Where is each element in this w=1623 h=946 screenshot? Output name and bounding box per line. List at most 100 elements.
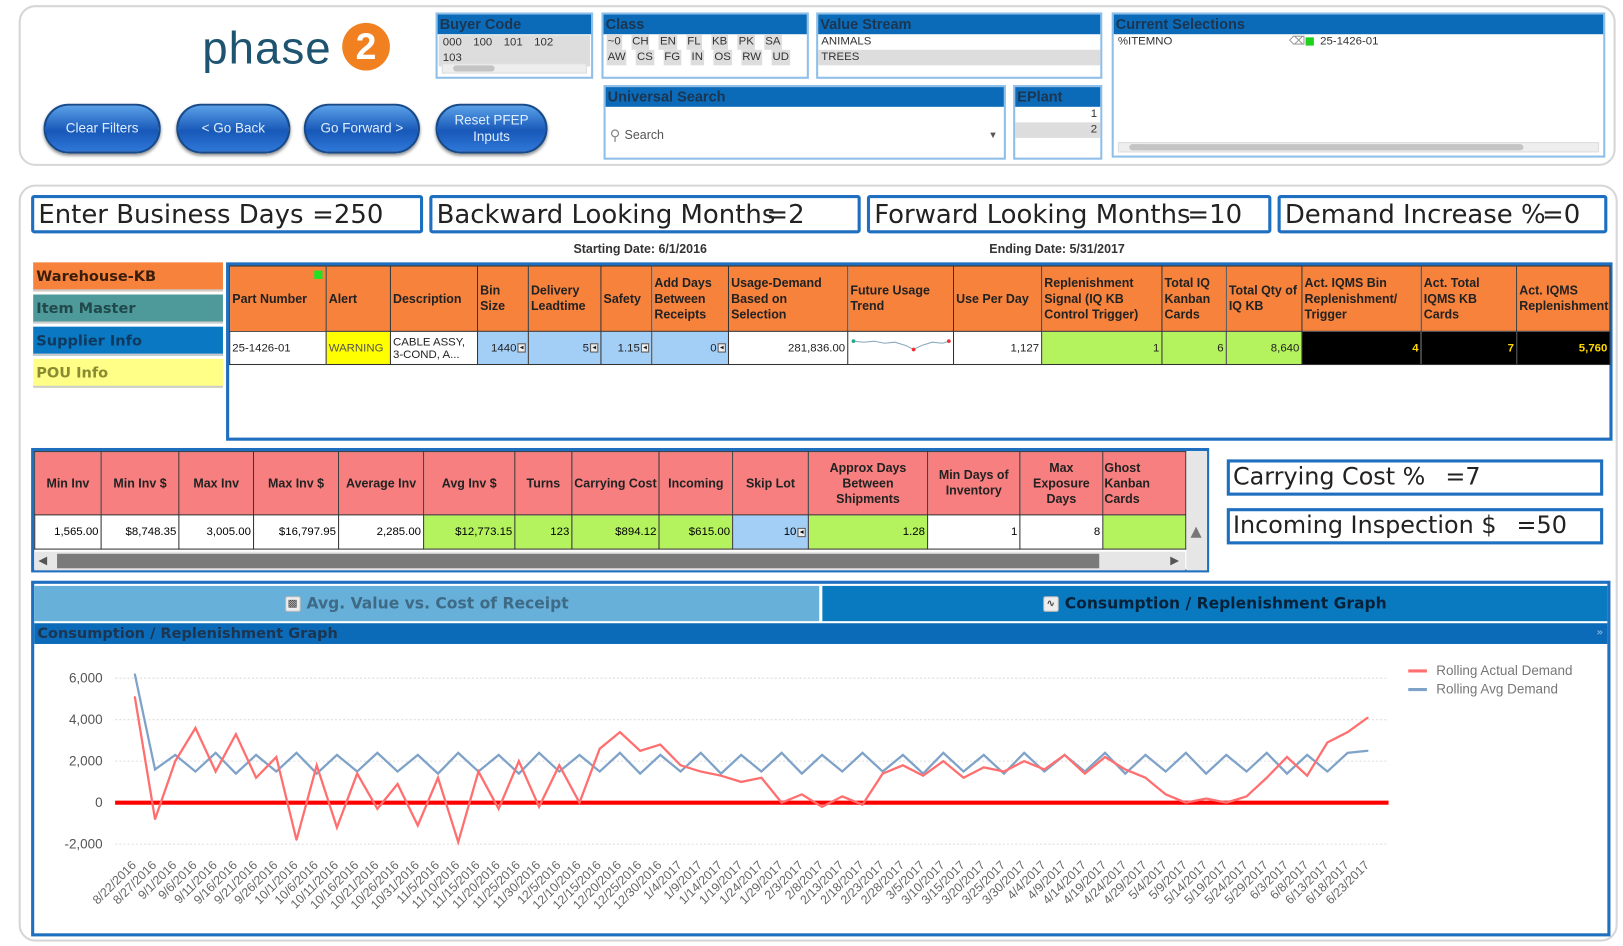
eplant-item[interactable]: 2 bbox=[1015, 122, 1101, 138]
column-header[interactable]: Min Days of Inventory bbox=[927, 451, 1021, 516]
go-back-button[interactable]: < Go Back bbox=[176, 103, 291, 154]
value-stream-item[interactable]: TREES bbox=[818, 49, 1101, 66]
column-header[interactable]: Average Inv bbox=[338, 451, 425, 516]
filter-value[interactable]: SA bbox=[764, 34, 782, 50]
tab-pou-info[interactable]: POU Info bbox=[33, 358, 223, 388]
value-stream-listbox[interactable]: Value Stream ANIMALS TREES bbox=[816, 12, 1103, 79]
filter-value[interactable]: RW bbox=[741, 49, 763, 66]
column-header[interactable]: Skip Lot bbox=[732, 451, 809, 516]
backward-months-input[interactable]: Backward Looking Months =2 bbox=[429, 194, 861, 234]
scroll-right-icon[interactable]: ▶ bbox=[1170, 554, 1179, 567]
caption-menu-icon[interactable]: » bbox=[1596, 623, 1603, 644]
filter-value[interactable]: FL bbox=[686, 34, 702, 50]
eplant-listbox[interactable]: EPlant 1 2 bbox=[1013, 85, 1103, 160]
tab-warehouse-kb[interactable]: Warehouse-KB bbox=[33, 262, 223, 292]
column-header[interactable]: Carrying Cost bbox=[571, 451, 660, 516]
column-header[interactable]: Replenishment Signal (IQ KB Control Trig… bbox=[1041, 265, 1163, 332]
scroll-left-icon[interactable]: ◀ bbox=[38, 554, 47, 567]
filter-value[interactable]: CS bbox=[636, 49, 654, 66]
eplant-item[interactable]: 1 bbox=[1015, 107, 1100, 123]
filter-value[interactable]: PK bbox=[737, 34, 755, 50]
cell-value: 7 bbox=[1507, 341, 1515, 355]
spinner-icon[interactable]: ◂ bbox=[640, 343, 650, 353]
column-header[interactable]: Max Inv $ bbox=[253, 451, 340, 516]
filter-value[interactable]: AW bbox=[606, 49, 627, 66]
column-header[interactable]: Max Exposure Days bbox=[1019, 451, 1104, 516]
tab-item-master[interactable]: Item Master bbox=[33, 294, 223, 324]
cell-value: WARNING bbox=[328, 341, 384, 355]
scrollbar-thumb[interactable] bbox=[57, 553, 1100, 569]
column-header[interactable]: Turns bbox=[514, 451, 573, 516]
filter-value[interactable]: CH bbox=[631, 34, 650, 50]
clear-filters-button[interactable]: Clear Filters bbox=[43, 103, 161, 154]
column-header[interactable]: Incoming bbox=[658, 451, 734, 516]
class-values-row2[interactable]: AW CS FG IN OS RW UD bbox=[604, 49, 807, 66]
column-header[interactable]: Total Qty of IQ KB bbox=[1225, 265, 1303, 332]
carrying-cost-input[interactable]: Carrying Cost % =7 bbox=[1226, 459, 1604, 496]
reset-pfep-inputs-button[interactable]: Reset PFEP Inputs bbox=[435, 103, 548, 154]
table-cell[interactable]: 10 ◂ bbox=[732, 514, 809, 550]
column-header[interactable]: Use Per Day bbox=[953, 265, 1043, 332]
column-header[interactable]: Min Inv $ bbox=[100, 451, 180, 516]
incoming-inspection-input[interactable]: Incoming Inspection $ =50 bbox=[1226, 508, 1604, 545]
column-header[interactable]: Future Usage Trend bbox=[847, 265, 955, 332]
filter-value[interactable]: UD bbox=[771, 49, 790, 66]
buyer-code-listbox[interactable]: Buyer Code 000 100 101 102103 bbox=[435, 12, 594, 79]
filter-value[interactable]: EN bbox=[658, 34, 677, 50]
column-header[interactable]: Act. IQMS Bin Replenishment/ Trigger bbox=[1301, 265, 1422, 332]
column-header[interactable]: Description bbox=[389, 265, 479, 332]
column-header[interactable]: Part Number bbox=[229, 265, 327, 332]
demand-increase-input[interactable]: Demand Increase % =0 bbox=[1277, 194, 1608, 234]
column-header[interactable]: Approx Days Between Shipments bbox=[807, 451, 929, 516]
spinner-icon[interactable]: ◂ bbox=[717, 343, 726, 353]
search-input[interactable]: ⚲ Search ▼ bbox=[610, 124, 998, 145]
filter-value[interactable]: 100 bbox=[472, 35, 494, 51]
column-header[interactable]: Bin Size bbox=[477, 265, 529, 332]
table-cell[interactable]: 5 ◂ bbox=[527, 330, 602, 366]
spinner-icon[interactable]: ◂ bbox=[517, 343, 526, 353]
spinner-icon[interactable]: ◂ bbox=[590, 343, 599, 353]
filter-value[interactable]: IN bbox=[690, 49, 704, 66]
table-cell[interactable]: 0 ◂ bbox=[651, 330, 730, 366]
filter-value[interactable]: ~0 bbox=[606, 34, 622, 50]
vertical-scrollbar[interactable]: ▲ bbox=[1186, 451, 1208, 571]
go-forward-button[interactable]: Go Forward > bbox=[303, 103, 420, 154]
column-header[interactable]: Ghost Kanban Cards bbox=[1102, 451, 1187, 516]
business-days-input[interactable]: Enter Business Days =250 bbox=[31, 194, 424, 234]
forward-months-input[interactable]: Forward Looking Months =10 bbox=[866, 194, 1272, 234]
column-header[interactable]: Usage-Demand Based on Selection bbox=[727, 265, 849, 332]
column-header[interactable]: Delivery Leadtime bbox=[527, 265, 602, 332]
filter-value[interactable]: FG bbox=[663, 49, 682, 66]
filter-value[interactable]: 000 bbox=[441, 35, 463, 51]
tab-avg-value-vs-cost[interactable]: ▩ Avg. Value vs. Cost of Receipt bbox=[34, 585, 820, 622]
tab-supplier-info[interactable]: Supplier Info bbox=[33, 326, 223, 356]
table-cell[interactable]: 1440 ◂ bbox=[477, 330, 529, 366]
tab-consumption-graph[interactable]: ∿ Consumption / Replenishment Graph bbox=[822, 585, 1608, 622]
table-cell[interactable]: 1.15 ◂ bbox=[600, 330, 653, 366]
data-point bbox=[255, 776, 257, 779]
class-values-row1[interactable]: ~0 CH EN FL KB PK SA bbox=[604, 34, 807, 50]
column-header[interactable]: Safety bbox=[600, 265, 653, 332]
column-header[interactable]: Min Inv bbox=[34, 451, 102, 516]
column-header[interactable]: Alert bbox=[325, 265, 391, 332]
column-header[interactable]: Total IQ Kanban Cards bbox=[1161, 265, 1227, 332]
horizontal-scrollbar[interactable]: ◀ ▶ bbox=[34, 551, 1186, 571]
buyer-code-values[interactable]: 000 100 101 102103 bbox=[438, 35, 591, 67]
filter-value[interactable]: KB bbox=[710, 34, 729, 50]
filter-value[interactable]: 101 bbox=[502, 35, 524, 51]
value-stream-item[interactable]: ANIMALS bbox=[818, 34, 1100, 50]
buyer-code-scrollbar[interactable] bbox=[441, 63, 587, 74]
column-header[interactable]: Avg Inv $ bbox=[423, 451, 516, 516]
scroll-handle-icon[interactable]: ▲ bbox=[1190, 524, 1201, 541]
eraser-icon[interactable]: ⌫ bbox=[1288, 34, 1306, 50]
class-listbox[interactable]: Class ~0 CH EN FL KB PK SA AW CS FG IN OS RW UD bbox=[601, 12, 809, 79]
spinner-icon[interactable]: ◂ bbox=[797, 527, 806, 537]
column-header[interactable]: Act. Total IQMS KB Cards bbox=[1420, 265, 1518, 332]
column-header[interactable]: Act. IQMS Replenishment bbox=[1516, 265, 1611, 332]
column-header[interactable]: Add Days Between Receipts bbox=[651, 265, 730, 332]
dropdown-arrow-icon[interactable]: ▼ bbox=[988, 130, 997, 140]
filter-value[interactable]: OS bbox=[713, 49, 732, 66]
column-header[interactable]: Max Inv bbox=[178, 451, 255, 516]
filter-value[interactable]: 102 bbox=[533, 35, 555, 51]
current-selections-scrollbar[interactable] bbox=[1117, 142, 1600, 153]
